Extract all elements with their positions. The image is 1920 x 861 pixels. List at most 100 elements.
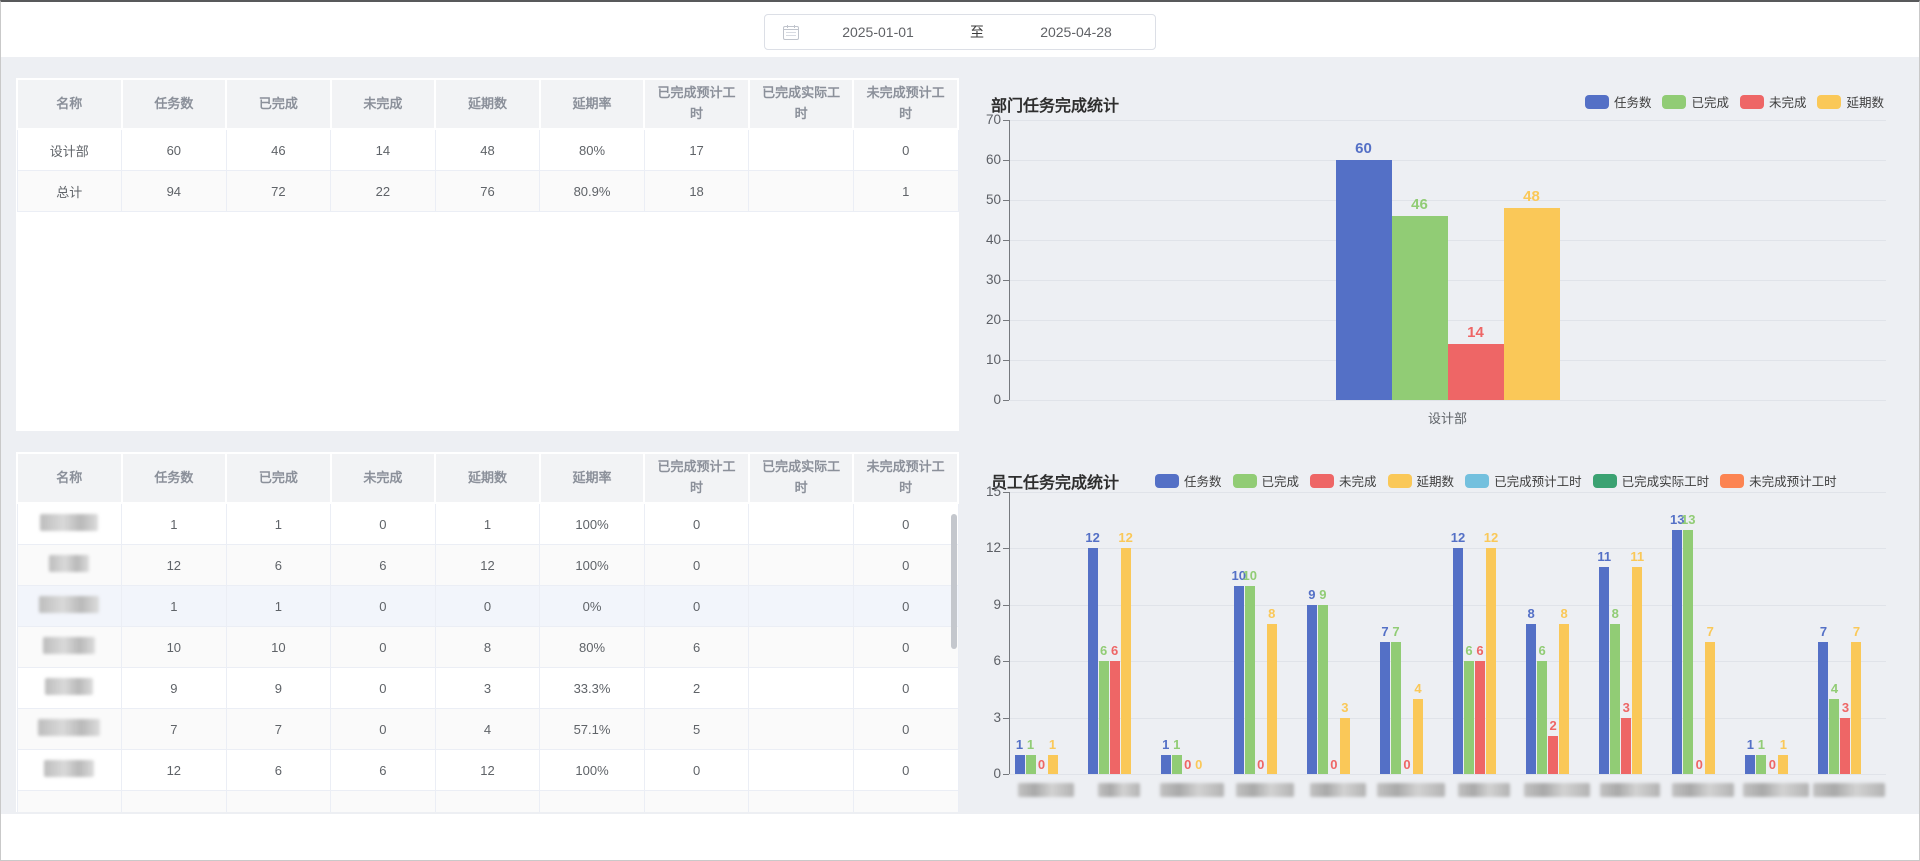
table-row[interactable]: 1101100%00	[17, 503, 958, 545]
axis-tick-label: 30	[967, 272, 1001, 287]
table-row[interactable]: 11000%00	[17, 586, 958, 627]
bar-已完成[interactable]	[1537, 661, 1547, 774]
legend-label: 延期数	[1846, 92, 1884, 111]
bar-已完成[interactable]	[1392, 216, 1448, 400]
bar-任务数[interactable]	[1161, 755, 1171, 774]
employee-table-card: 名称任务数已完成未完成延期数延期率已完成预计工时已完成实际工时未完成预计工时11…	[16, 452, 959, 812]
bar-延期数[interactable]	[1486, 548, 1496, 774]
bar-任务数[interactable]	[1818, 642, 1828, 774]
bar-value-label: 7	[1381, 624, 1388, 639]
bar-任务数[interactable]	[1336, 160, 1392, 400]
bar-value-label: 0	[1195, 757, 1202, 772]
legend-item-未完成预计工时[interactable]: 未完成预计工时	[1720, 471, 1837, 490]
bar-未完成[interactable]	[1475, 661, 1485, 774]
bar-任务数[interactable]	[1307, 605, 1317, 774]
bar-已完成[interactable]	[1683, 530, 1693, 774]
legend-item-已完成预计工时[interactable]: 已完成预计工时	[1465, 471, 1582, 490]
bar-延期数[interactable]	[1048, 755, 1058, 774]
bar-未完成[interactable]	[1448, 344, 1504, 400]
bar-延期数[interactable]	[1778, 755, 1788, 774]
bar-任务数[interactable]	[1599, 567, 1609, 774]
bar-已完成[interactable]	[1391, 642, 1401, 774]
redacted-name	[39, 596, 99, 613]
bar-任务数[interactable]	[1453, 548, 1463, 774]
table-row[interactable]: 770457.1%50	[17, 709, 958, 750]
legend-item-未完成[interactable]: 未完成	[1740, 92, 1807, 111]
table-row[interactable]	[17, 791, 958, 813]
value-cell: 12	[435, 545, 540, 586]
bar-延期数[interactable]	[1851, 642, 1861, 774]
legend-item-延期数[interactable]: 延期数	[1817, 92, 1884, 111]
gridline	[1009, 400, 1886, 401]
start-date-input[interactable]: 2025-01-01	[799, 24, 957, 40]
bar-已完成[interactable]	[1829, 699, 1839, 774]
legend-item-已完成[interactable]: 已完成	[1662, 92, 1729, 111]
bar-value-label: 1	[1173, 737, 1180, 752]
bar-延期数[interactable]	[1413, 699, 1423, 774]
legend-label: 延期数	[1417, 471, 1455, 490]
legend-item-延期数[interactable]: 延期数	[1388, 471, 1455, 490]
bar-已完成[interactable]	[1756, 755, 1766, 774]
table-row[interactable]: 126612100%00	[17, 545, 958, 586]
bar-value-label: 12	[1085, 530, 1099, 545]
table-scrollbar[interactable]	[951, 514, 957, 649]
bar-任务数[interactable]	[1526, 624, 1536, 774]
redacted-name	[38, 719, 100, 736]
value-cell: 5	[644, 709, 749, 750]
end-date-input[interactable]: 2025-04-28	[997, 24, 1155, 40]
table-row[interactable]: 总计9472227680.9%181	[17, 171, 958, 212]
bar-任务数[interactable]	[1380, 642, 1390, 774]
bar-任务数[interactable]	[1672, 530, 1682, 774]
bar-已完成[interactable]	[1318, 605, 1328, 774]
bar-延期数[interactable]	[1121, 548, 1131, 774]
legend-chip	[1155, 474, 1179, 488]
bar-已完成[interactable]	[1610, 624, 1620, 774]
date-range-picker[interactable]: 2025-01-01 至 2025-04-28	[764, 14, 1156, 50]
axis-tick-label: 12	[967, 540, 1001, 555]
legend-item-未完成[interactable]: 未完成	[1310, 471, 1377, 490]
bar-任务数[interactable]	[1745, 755, 1755, 774]
bar-value-label: 7	[1392, 624, 1399, 639]
bar-已完成[interactable]	[1172, 755, 1182, 774]
bar-未完成[interactable]	[1110, 661, 1120, 774]
table-row[interactable]: 设计部6046144880%170	[17, 129, 958, 171]
legend-label: 已完成实际工时	[1622, 471, 1710, 490]
bar-延期数[interactable]	[1705, 642, 1715, 774]
value-cell: 0	[644, 545, 749, 586]
axis-tick-label: 9	[967, 597, 1001, 612]
bar-未完成[interactable]	[1621, 718, 1631, 774]
table-row[interactable]: 990333.3%20	[17, 668, 958, 709]
bar-已完成[interactable]	[1245, 586, 1255, 774]
x-axis-label-redacted	[1236, 783, 1294, 797]
column-header: 已完成实际工时	[749, 79, 854, 129]
bar-value-label: 60	[1355, 140, 1372, 157]
table-row[interactable]: 126612100%00	[17, 750, 958, 791]
name-cell	[17, 709, 122, 750]
bar-未完成[interactable]	[1840, 718, 1850, 774]
bar-任务数[interactable]	[1015, 755, 1025, 774]
bar-延期数[interactable]	[1632, 567, 1642, 774]
bar-已完成[interactable]	[1026, 755, 1036, 774]
bar-任务数[interactable]	[1088, 548, 1098, 774]
redacted-name	[45, 678, 93, 695]
bar-未完成[interactable]	[1548, 736, 1558, 774]
legend-label: 未完成	[1769, 92, 1807, 111]
bar-value-label: 1	[1162, 737, 1169, 752]
bar-延期数[interactable]	[1267, 624, 1277, 774]
name-cell	[17, 503, 122, 545]
bar-任务数[interactable]	[1234, 586, 1244, 774]
legend-item-已完成[interactable]: 已完成	[1233, 471, 1300, 490]
x-axis-label-redacted	[1098, 783, 1140, 797]
value-cell	[749, 586, 854, 627]
table-row[interactable]: 10100880%60	[17, 627, 958, 668]
bar-延期数[interactable]	[1340, 718, 1350, 774]
bar-已完成[interactable]	[1464, 661, 1474, 774]
bar-value-label: 6	[1100, 643, 1107, 658]
legend-item-任务数[interactable]: 任务数	[1155, 471, 1222, 490]
bar-已完成[interactable]	[1099, 661, 1109, 774]
legend-item-任务数[interactable]: 任务数	[1585, 92, 1652, 111]
bar-延期数[interactable]	[1559, 624, 1569, 774]
axis-tick-label: 50	[967, 192, 1001, 207]
legend-item-已完成实际工时[interactable]: 已完成实际工时	[1593, 471, 1710, 490]
bar-延期数[interactable]	[1504, 208, 1560, 400]
